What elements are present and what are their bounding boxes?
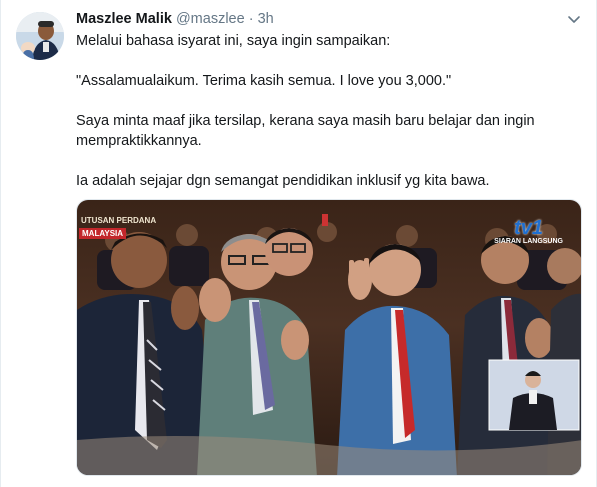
chevron-down-icon[interactable] — [565, 10, 583, 28]
tweet-paragraph: "Assalamualaikum. Terima kasih semua. I … — [76, 73, 452, 89]
tweet-media-video[interactable]: UTUSAN PERDANA MALAYSIA tv1 SIARAN LANGS… — [76, 199, 582, 476]
tweet-card[interactable]: Maszlee Malik @maszlee · 3h Melalui baha… — [0, 0, 597, 487]
author-name[interactable]: Maszlee Malik — [76, 11, 172, 27]
tweet-paragraph: Melalui bahasa isyarat ini, saya ingin s… — [76, 33, 391, 49]
tweet-header: Maszlee Malik @maszlee · 3h — [76, 10, 274, 28]
author-handle[interactable]: @maszlee — [176, 11, 245, 27]
avatar-image — [16, 12, 64, 60]
tweet-paragraph: Ia adalah sejajar dgn semangat pendidika… — [76, 173, 490, 189]
tweet-paragraph: Saya minta maaf jika tersilap, kerana sa… — [76, 113, 535, 149]
separator-dot: · — [248, 11, 254, 27]
author-avatar[interactable] — [16, 12, 64, 60]
channel-logo-text: tv1 — [514, 217, 544, 239]
tweet-timestamp[interactable]: 3h — [258, 11, 274, 27]
video-watermark: UTUSAN PERDANA — [81, 216, 157, 225]
event-logo: MALAYSIA — [79, 228, 127, 239]
tweet-text: Melalui bahasa isyarat ini, saya ingin s… — [76, 31, 576, 191]
channel-logo: tv1 SIARAN LANGSUNG — [494, 218, 563, 246]
channel-logo-subtitle: SIARAN LANGSUNG — [494, 238, 563, 245]
